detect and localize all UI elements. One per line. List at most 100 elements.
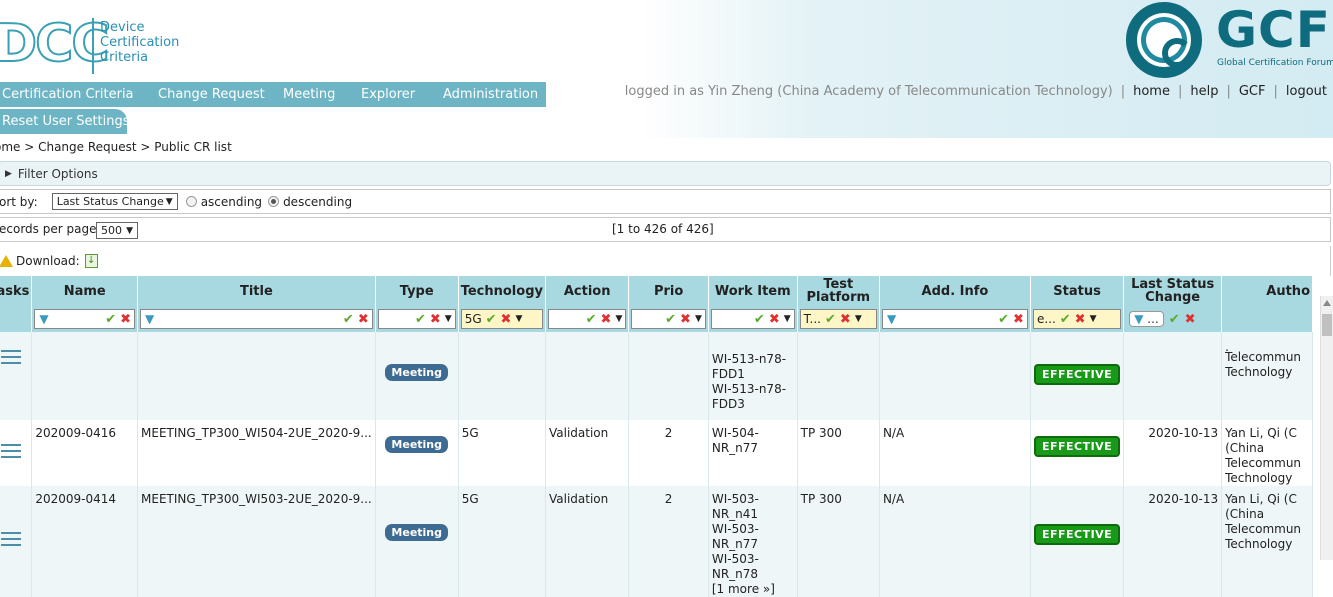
col-test-platform[interactable]: Test Platform: [797, 276, 880, 306]
clear-icon[interactable]: ✖: [1185, 312, 1196, 327]
cell-name[interactable]: 202009-0416: [31, 420, 139, 486]
descending-radio[interactable]: [268, 196, 280, 207]
check-icon[interactable]: ✔: [486, 312, 497, 327]
dropdown-arrow-icon[interactable]: ▼: [515, 314, 522, 324]
ascending-radio[interactable]: [185, 196, 197, 207]
col-status[interactable]: Status: [1030, 276, 1125, 306]
clear-icon[interactable]: ✖: [501, 312, 512, 327]
last-change-filter[interactable]: ▼ ... ✔ ✖: [1126, 309, 1219, 329]
dropdown-arrow-icon[interactable]: ▼: [855, 314, 862, 324]
col-work-item[interactable]: Work Item: [708, 276, 798, 306]
type-badge: Meeting: [385, 436, 449, 453]
col-last-status-change[interactable]: Last Status Change: [1123, 276, 1223, 306]
status-filter[interactable]: e... ✔ ✖ ▼: [1032, 309, 1122, 329]
col-name[interactable]: Name: [31, 276, 139, 306]
scroll-up-arrow-icon[interactable]: [1323, 300, 1331, 306]
filter-options-toggle[interactable]: ▶ Filter Options: [0, 161, 1331, 186]
clear-icon[interactable]: ✖: [840, 312, 851, 327]
clear-icon[interactable]: ✖: [358, 312, 369, 327]
col-type[interactable]: Type: [375, 276, 459, 306]
nav-administration[interactable]: Administration: [441, 87, 546, 102]
table-row[interactable]: Meeting WI-513-n78- FDD1 WI-513-n78- FDD…: [0, 332, 1313, 420]
check-icon[interactable]: ✔: [754, 312, 765, 327]
col-prio[interactable]: Prio: [628, 276, 709, 306]
row-menu-icon[interactable]: [1, 532, 21, 546]
dcc-logo[interactable]: DCC Device Certification Criteria: [0, 8, 194, 80]
home-link[interactable]: home: [1133, 84, 1170, 99]
breadcrumb[interactable]: ome > Change Request > Public CR list: [0, 140, 232, 154]
col-technology[interactable]: Technology: [458, 276, 546, 306]
row-menu-icon[interactable]: [1, 444, 21, 458]
cell-title[interactable]: MEETING_TP300_WI503-2UE_2020-9...: [137, 486, 376, 597]
check-icon[interactable]: ✔: [825, 312, 836, 327]
test-platform-filter[interactable]: T... ✔ ✖ ▼: [799, 309, 877, 329]
check-icon[interactable]: ✔: [665, 312, 676, 327]
name-filter[interactable]: ▼ ✔ ✖: [34, 309, 136, 329]
date-filter-button[interactable]: ▼ ...: [1129, 311, 1164, 327]
row-menu-icon[interactable]: [1, 350, 21, 364]
cell-name[interactable]: [31, 332, 139, 420]
nav-certification-criteria[interactable]: Certification Criteria: [0, 87, 156, 102]
gcf-logo-subtitle: Global Certification Forum: [1217, 58, 1333, 68]
reset-user-settings-link[interactable]: Reset User Settings: [0, 114, 130, 129]
clear-icon[interactable]: ✖: [120, 312, 131, 327]
work-item-filter[interactable]: ✔ ✖ ▼: [710, 309, 795, 329]
check-icon[interactable]: ✔: [105, 312, 116, 327]
cell-work-item[interactable]: WI-504- NR_n77: [708, 420, 798, 486]
add-info-filter[interactable]: ▼ ✔ ✖: [881, 309, 1028, 329]
table-row[interactable]: 202009-0414 MEETING_TP300_WI503-2UE_2020…: [0, 486, 1313, 597]
cell-title[interactable]: MEETING_TP300_WI504-2UE_2020-9...: [137, 420, 376, 486]
check-icon[interactable]: ✔: [415, 312, 426, 327]
gcf-link[interactable]: GCF: [1239, 84, 1266, 99]
prio-filter[interactable]: ✔ ✖ ▼: [631, 309, 706, 329]
status-badge: EFFECTIVE: [1033, 436, 1121, 457]
check-icon[interactable]: ✔: [343, 312, 354, 327]
check-icon[interactable]: ✔: [1060, 312, 1071, 327]
dropdown-arrow-icon[interactable]: ▼: [615, 314, 622, 324]
cell-title[interactable]: [137, 332, 376, 420]
check-icon[interactable]: ✔: [586, 312, 597, 327]
col-title[interactable]: Title: [137, 276, 376, 306]
col-action[interactable]: Action: [545, 276, 630, 306]
nav-explorer[interactable]: Explorer: [359, 87, 441, 102]
dropdown-arrow-icon[interactable]: ▼: [695, 314, 702, 324]
vertical-scrollbar[interactable]: [1320, 296, 1333, 560]
download-icon[interactable]: ↓: [84, 254, 98, 268]
more-work-items-link[interactable]: [1 more »]: [712, 582, 794, 597]
author-line: Technology: [1225, 471, 1293, 485]
clear-icon[interactable]: ✖: [1075, 312, 1086, 327]
check-icon[interactable]: ✔: [1169, 312, 1180, 327]
gcf-logo[interactable]: GCF Global Certification Forum: [1124, 0, 1333, 80]
action-filter[interactable]: ✔ ✖ ▼: [547, 309, 627, 329]
clear-icon[interactable]: ✖: [769, 312, 780, 327]
funnel-icon: ▼: [145, 312, 155, 326]
dropdown-arrow-icon[interactable]: ▼: [1090, 314, 1097, 324]
status-badge: EFFECTIVE: [1033, 524, 1121, 545]
logout-link[interactable]: logout: [1286, 84, 1327, 99]
dropdown-arrow-icon[interactable]: ▼: [445, 314, 452, 324]
clear-icon[interactable]: ✖: [601, 312, 612, 327]
help-link[interactable]: help: [1190, 84, 1218, 99]
nav-meeting[interactable]: Meeting: [281, 87, 359, 102]
dropdown-arrow-icon[interactable]: ▼: [784, 314, 791, 324]
cell-work-item[interactable]: WI-513-n78- FDD1 WI-513-n78- FDD3: [708, 332, 798, 420]
col-add-info[interactable]: Add. Info: [879, 276, 1031, 306]
check-icon[interactable]: ✔: [998, 312, 1009, 327]
nav-change-request[interactable]: Change Request: [156, 87, 281, 102]
clear-icon[interactable]: ✖: [430, 312, 441, 327]
records-per-page-select[interactable]: 500 ▼: [96, 222, 138, 239]
title-filter[interactable]: ▼ ✔ ✖: [140, 309, 373, 329]
cell-action: Validation: [545, 486, 630, 597]
clear-icon[interactable]: ✖: [1013, 312, 1024, 327]
scrollbar-thumb[interactable]: [1322, 314, 1332, 336]
cell-name[interactable]: 202009-0414: [31, 486, 139, 597]
col-author[interactable]: Autho: [1221, 276, 1313, 306]
technology-filter[interactable]: 5G ✔ ✖ ▼: [460, 309, 543, 329]
cell-work-item[interactable]: WI-503- NR_n41 WI-503- NR_n77 WI-503- NR…: [708, 486, 798, 597]
cr-table: asks Name Title Type Technology Action P…: [0, 276, 1313, 597]
type-filter[interactable]: ✔ ✖ ▼: [377, 309, 456, 329]
sort-select[interactable]: Last Status Change ▼: [51, 193, 178, 210]
table-row[interactable]: 202009-0416 MEETING_TP300_WI504-2UE_2020…: [0, 420, 1313, 486]
col-tasks[interactable]: asks: [0, 276, 33, 306]
clear-icon[interactable]: ✖: [680, 312, 691, 327]
